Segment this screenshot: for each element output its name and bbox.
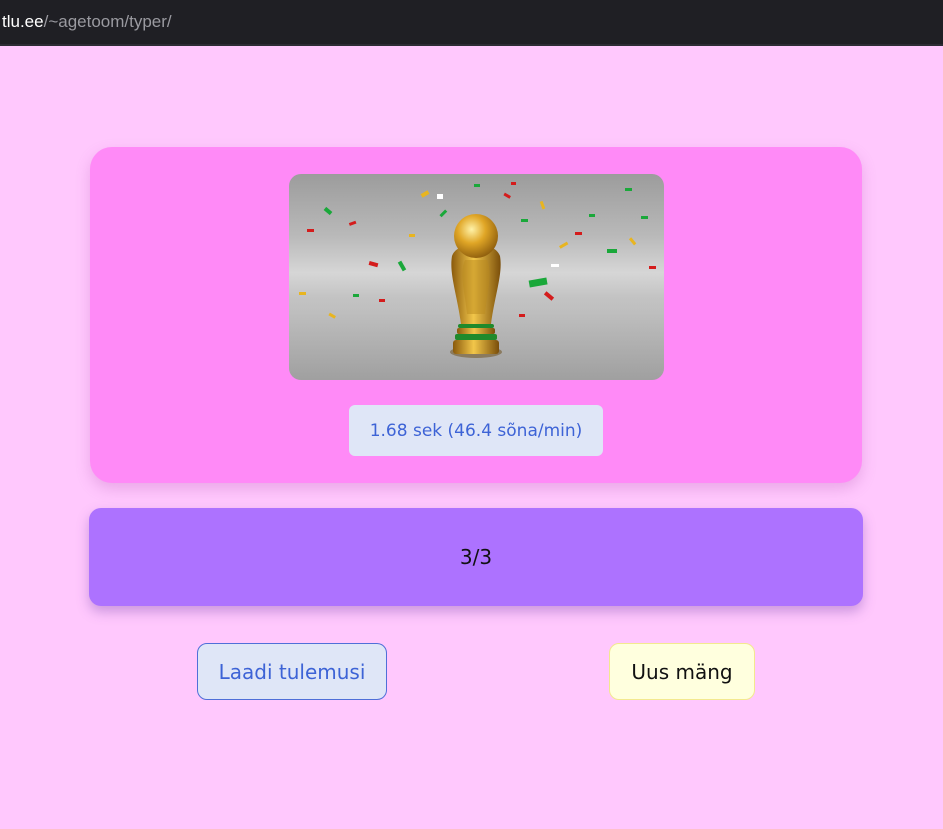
progress-counter: 3/3 bbox=[459, 545, 493, 569]
trophy-icon bbox=[289, 182, 664, 380]
load-results-button[interactable]: Laadi tulemusi bbox=[197, 643, 387, 700]
url-host: tlu.ee bbox=[2, 12, 44, 31]
time-result-badge: 1.68 sek (46.4 sõna/min) bbox=[349, 405, 603, 456]
browser-address-bar[interactable]: tlu.ee/~agetoom/typer/ bbox=[0, 0, 943, 46]
address-url[interactable]: tlu.ee/~agetoom/typer/ bbox=[2, 12, 172, 32]
word-progress-bar: 3/3 bbox=[89, 508, 863, 606]
url-path: /~agetoom/typer/ bbox=[43, 12, 172, 31]
result-card: 1.68 sek (46.4 sõna/min) bbox=[90, 147, 862, 483]
new-game-button[interactable]: Uus mäng bbox=[609, 643, 755, 700]
trophy-image bbox=[289, 174, 664, 380]
